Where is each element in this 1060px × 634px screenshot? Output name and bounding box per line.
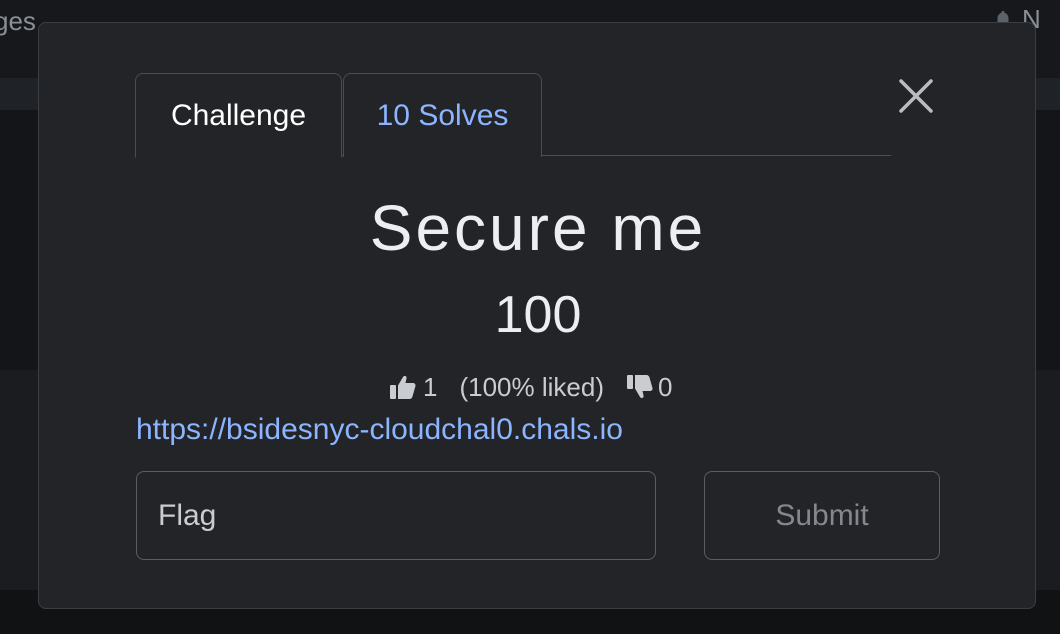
- submit-button[interactable]: Submit: [704, 471, 940, 560]
- thumbs-down-icon[interactable]: [626, 373, 654, 401]
- challenge-modal: Challenge 10 Solves Secure me 100 1 (100…: [38, 22, 1036, 609]
- challenge-link[interactable]: https://bsidesnyc-cloudchal0.chals.io: [136, 413, 623, 447]
- challenge-votes: 1 (100% liked) 0: [389, 369, 672, 405]
- likes-count: 1: [423, 371, 438, 402]
- dislikes-count: 0: [657, 371, 673, 402]
- challenge-title: Secure me: [369, 192, 707, 264]
- liked-percent: (100% liked): [459, 371, 604, 402]
- background-nav-item: ges: [0, 6, 36, 36]
- thumbs-up-icon[interactable]: [389, 373, 417, 401]
- close-icon: [899, 79, 933, 113]
- tab-challenge[interactable]: Challenge: [135, 73, 342, 158]
- modal-tabs: Challenge 10 Solves: [135, 73, 891, 158]
- close-button[interactable]: [897, 77, 935, 115]
- challenge-points: 100: [494, 286, 582, 344]
- flag-input[interactable]: [136, 471, 656, 560]
- tab-solves[interactable]: 10 Solves: [343, 73, 542, 157]
